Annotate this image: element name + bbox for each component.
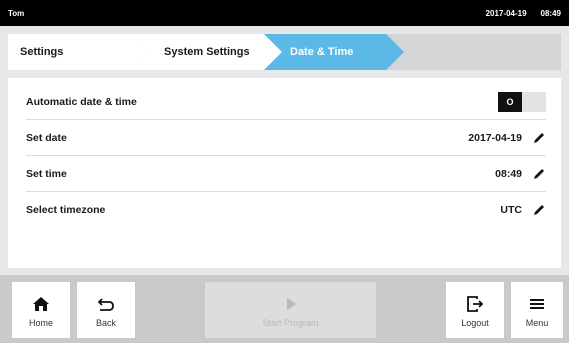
back-arrow-icon <box>97 293 115 315</box>
edit-time-pencil-icon[interactable] <box>532 167 546 181</box>
status-date: 2017-04-19 <box>485 8 527 18</box>
breadcrumb: Settings System Settings Date & Time <box>8 34 561 70</box>
breadcrumb-system-settings-label: System Settings <box>164 46 250 58</box>
automatic-date-time-toggle[interactable]: O <box>498 91 546 112</box>
start-program-label: Start Program <box>262 317 319 328</box>
back-label: Back <box>95 317 116 328</box>
automatic-date-time-label: Automatic date & time <box>26 95 137 108</box>
breadcrumb-date-time[interactable]: Date & Time <box>264 34 404 70</box>
set-time-value: 08:49 <box>495 167 522 180</box>
status-bar: Tom 2017-04-19 08:49 <box>0 0 569 26</box>
home-label: Home <box>28 317 53 328</box>
select-timezone-label: Select timezone <box>26 204 106 216</box>
bottom-toolbar: Home Back Start Program Logout Menu <box>0 275 569 343</box>
logout-button[interactable]: Logout <box>446 282 504 338</box>
breadcrumb-date-time-label: Date & Time <box>290 46 354 58</box>
settings-panel: Automatic date & time O Set date 2017-04… <box>8 78 561 268</box>
breadcrumb-settings[interactable]: Settings <box>8 34 148 70</box>
back-button[interactable]: Back <box>77 282 135 338</box>
edit-date-pencil-icon[interactable] <box>532 131 546 145</box>
status-time: 08:49 <box>540 8 561 18</box>
start-program-button[interactable]: Start Program <box>205 282 376 338</box>
set-date-value: 2017-04-19 <box>468 131 522 144</box>
select-timezone-row[interactable]: Select timezone UTC <box>26 192 546 228</box>
toggle-knob: O <box>498 91 522 112</box>
menu-icon <box>529 293 545 315</box>
logout-icon <box>466 293 484 315</box>
set-time-label: Set time <box>26 167 67 180</box>
set-date-label: Set date <box>26 131 67 144</box>
user-name: Tom <box>8 8 25 18</box>
timezone-value: UTC <box>500 204 522 216</box>
menu-label: Menu <box>525 317 549 328</box>
edit-timezone-pencil-icon[interactable] <box>532 203 546 217</box>
set-time-row[interactable]: Set time 08:49 <box>26 156 546 192</box>
home-icon <box>32 293 50 315</box>
automatic-date-time-row: Automatic date & time O <box>26 84 546 120</box>
breadcrumb-system-settings[interactable]: System Settings <box>130 34 282 70</box>
home-button[interactable]: Home <box>12 282 70 338</box>
menu-button[interactable]: Menu <box>511 282 563 338</box>
play-icon <box>284 293 298 315</box>
breadcrumb-settings-label: Settings <box>20 46 64 58</box>
logout-label: Logout <box>461 317 489 328</box>
set-date-row[interactable]: Set date 2017-04-19 <box>26 120 546 156</box>
